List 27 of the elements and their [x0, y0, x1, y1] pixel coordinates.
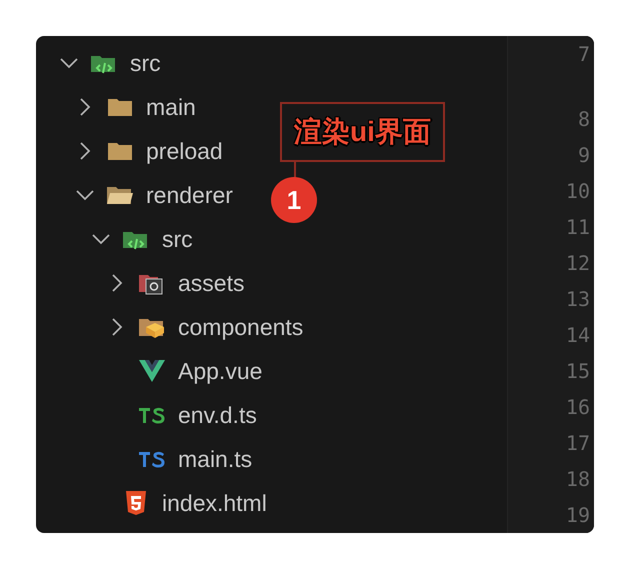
- line-number: 17: [566, 430, 590, 457]
- line-number: 13: [566, 286, 590, 313]
- vue-icon: [138, 359, 166, 383]
- line-number: 15: [566, 358, 590, 385]
- tree-item-label[interactable]: App.vue: [178, 358, 262, 384]
- line-number: 11: [566, 214, 590, 241]
- leader-line: [294, 160, 296, 178]
- tree-item-label[interactable]: components: [178, 314, 304, 340]
- line-number: 19: [566, 502, 590, 529]
- line-number: 14: [566, 322, 590, 349]
- tree-item-label[interactable]: renderer: [146, 182, 233, 208]
- tree-item-label[interactable]: src: [162, 226, 193, 252]
- tree-item-label[interactable]: main.ts: [178, 446, 252, 472]
- line-number: 18: [566, 466, 590, 493]
- line-number: 12: [566, 250, 590, 277]
- tree-item-label[interactable]: index.html: [162, 490, 267, 516]
- annotation-callout: 渲染ui界面: [280, 102, 445, 162]
- line-number: 9: [578, 142, 590, 169]
- line-number: 10: [566, 178, 590, 205]
- line-number: 7: [578, 41, 590, 68]
- line-number: 16: [566, 394, 590, 421]
- line-number: 8: [578, 106, 590, 133]
- tree-item-label[interactable]: env.d.ts: [178, 402, 257, 428]
- tree-item-label[interactable]: assets: [178, 270, 244, 296]
- tree-item-label[interactable]: preload: [146, 138, 223, 164]
- tree-item-label[interactable]: main: [146, 94, 196, 120]
- tree-item-label[interactable]: src: [130, 50, 161, 76]
